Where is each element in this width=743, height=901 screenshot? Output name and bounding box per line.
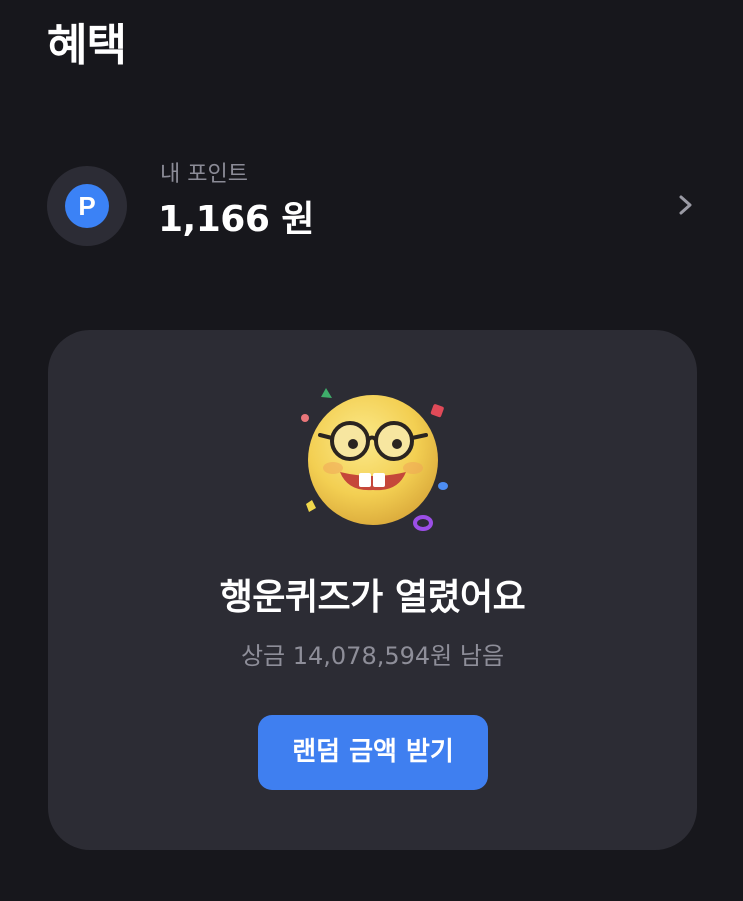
right-eye — [392, 439, 402, 449]
points-value: 1,166 원 — [158, 199, 315, 240]
my-points-row[interactable]: P 내 포인트 1,166 원 — [47, 160, 697, 250]
points-icon-container: P — [47, 166, 127, 246]
quiz-title: 행운퀴즈가 열렸어요 — [219, 577, 526, 618]
page-title: 혜택 — [47, 20, 127, 71]
nerd-emoji-illustration — [301, 388, 448, 531]
left-eye — [348, 439, 358, 449]
lucky-quiz-card: 행운퀴즈가 열렸어요 상금 14,078,594원 남음 랜덤 금액 받기 — [48, 330, 697, 850]
confetti-pink — [301, 414, 309, 422]
quiz-prize-remaining: 상금 14,078,594원 남음 — [240, 642, 505, 670]
confetti-red — [430, 404, 444, 418]
points-p-icon: P — [65, 184, 109, 228]
confetti-purple-ring — [413, 515, 433, 531]
emoji-tooth-left — [359, 473, 371, 487]
benefits-screen: 혜택 P 내 포인트 1,166 원 행운퀴즈가 열렸어요 상금 14,078,… — [0, 0, 743, 901]
chevron-right-icon — [679, 195, 692, 215]
get-random-amount-button[interactable]: 랜덤 금액 받기 — [258, 715, 488, 790]
emoji-face — [308, 395, 438, 525]
emoji-tooth-right — [373, 473, 385, 487]
confetti-blue — [438, 482, 448, 490]
confetti-green — [321, 388, 332, 398]
confetti-yellow — [306, 500, 316, 512]
points-label: 내 포인트 — [160, 162, 248, 187]
